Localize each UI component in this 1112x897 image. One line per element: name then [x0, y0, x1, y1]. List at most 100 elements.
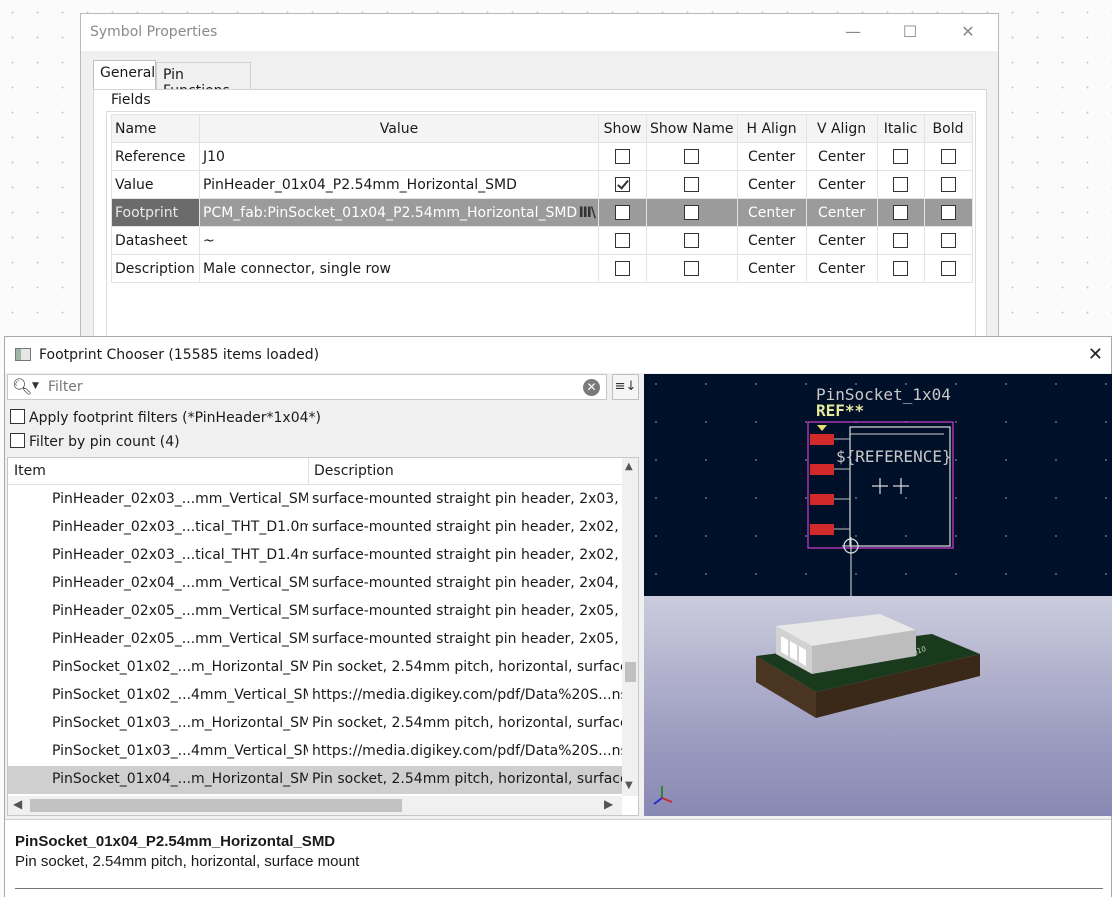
bold-cell[interactable]	[923, 254, 973, 283]
minimize-icon[interactable]: —	[843, 22, 863, 42]
footprint-2d-preview[interactable]: PinSocket_1x04 REF** ${REFERENCE}	[644, 374, 1112, 596]
show-cell[interactable]	[598, 226, 647, 255]
show-cell[interactable]	[598, 198, 647, 227]
checkbox[interactable]	[10, 433, 25, 448]
column-separator[interactable]	[308, 458, 309, 485]
show-cell[interactable]	[598, 254, 647, 283]
scroll-down-icon[interactable]: ▼	[625, 780, 633, 791]
checkbox[interactable]	[10, 409, 25, 424]
bold-checkbox[interactable]	[940, 177, 956, 192]
col-header-show-name[interactable]: Show Name	[646, 114, 738, 143]
show-checkbox[interactable]	[615, 233, 630, 248]
list-item[interactable]: PinSocket_01x04_...m_Horizontal_SMD Pin s…	[8, 766, 622, 794]
italic-checkbox[interactable]	[893, 205, 909, 220]
col-header-value[interactable]: Value	[199, 114, 599, 143]
bold-cell[interactable]	[923, 142, 973, 171]
italic-checkbox[interactable]	[893, 233, 909, 248]
list-item[interactable]: PinHeader_02x05_...mm_Vertical_SMD surfac…	[8, 626, 622, 654]
list-item[interactable]: PinHeader_02x04_...mm_Vertical_SMD surfac…	[8, 570, 622, 598]
list-item[interactable]: PinHeader_02x03_...tical_THT_D1.0mm surfa…	[8, 514, 622, 542]
horizontal-scrollbar[interactable]: ◀ ▶	[8, 796, 622, 815]
show_name-cell[interactable]	[646, 170, 738, 199]
scroll-left-icon[interactable]: ◀	[13, 797, 22, 811]
scrollbar-thumb[interactable]	[30, 799, 402, 812]
field-value-cell[interactable]: ~	[199, 226, 599, 255]
bold-cell[interactable]	[923, 198, 973, 227]
h-align-cell[interactable]: Center	[736, 226, 807, 255]
field-row[interactable]: Datasheet ~ Center Center	[111, 226, 973, 255]
vertical-scrollbar[interactable]: ▲ ▼	[622, 458, 638, 796]
close-icon[interactable]: ✕	[958, 22, 978, 42]
field-name-cell[interactable]: Value	[111, 170, 200, 199]
italic-cell[interactable]	[876, 254, 925, 283]
footprint-library-icon[interactable]: Ⅲ\	[579, 205, 596, 221]
list-item[interactable]: PinSocket_01x03_...m_Horizontal_SMD Pin s…	[8, 710, 622, 738]
field-row[interactable]: Reference J10 Center Center	[111, 142, 973, 171]
field-name-cell[interactable]: Footprint	[111, 198, 200, 227]
filter-input[interactable]: 🔍︎ ▼ Filter ✕	[7, 374, 607, 400]
list-item[interactable]: PinHeader_02x03_...mm_Vertical_SMD surfac…	[8, 486, 622, 514]
show_name-checkbox[interactable]	[684, 205, 700, 220]
apply-footprint-filters-checkbox[interactable]: Apply footprint filters (*PinHeader*1x04…	[10, 409, 321, 426]
search-icon[interactable]: 🔍︎	[12, 377, 32, 396]
scrollbar-thumb[interactable]	[625, 662, 636, 682]
show_name-cell[interactable]	[646, 198, 738, 227]
h-align-cell[interactable]: Center	[736, 198, 807, 227]
v-align-cell[interactable]: Center	[805, 254, 878, 283]
close-icon[interactable]: ✕	[1088, 344, 1103, 365]
sort-button[interactable]: ≡↓	[612, 374, 639, 400]
field-row[interactable]: Description Male connector, single row Cen…	[111, 254, 973, 283]
tab-pin-functions[interactable]: Pin Functions	[156, 62, 251, 99]
col-header-item[interactable]: Item	[14, 463, 46, 479]
show-checkbox[interactable]	[615, 205, 630, 220]
bold-checkbox[interactable]	[940, 149, 956, 164]
italic-cell[interactable]	[876, 198, 925, 227]
field-name-cell[interactable]: Description	[111, 254, 200, 283]
show_name-cell[interactable]	[646, 142, 738, 171]
scroll-right-icon[interactable]: ▶	[604, 797, 613, 811]
field-value-cell[interactable]: Ⅲ\ PCM_fab:PinSocket_01x04_P2.54mm_Horizo…	[199, 198, 599, 227]
col-header-italic[interactable]: Italic	[876, 114, 925, 143]
v-align-cell[interactable]: Center	[805, 198, 878, 227]
field-value-cell[interactable]: Male connector, single row	[199, 254, 599, 283]
show-checkbox[interactable]	[615, 261, 630, 276]
v-align-cell[interactable]: Center	[805, 142, 878, 171]
col-header-description[interactable]: Description	[314, 463, 394, 479]
show_name-cell[interactable]	[646, 226, 738, 255]
field-row[interactable]: Value PinHeader_01x04_P2.54mm_Horizontal_…	[111, 170, 973, 199]
show-checkbox[interactable]	[615, 149, 630, 164]
list-item[interactable]: PinSocket_01x02_...4mm_Vertical_SMD https…	[8, 682, 622, 710]
show_name-checkbox[interactable]	[684, 261, 700, 276]
filter-by-pin-count-checkbox[interactable]: Filter by pin count (4)	[10, 433, 180, 450]
show-checkbox[interactable]	[615, 177, 630, 192]
italic-cell[interactable]	[876, 170, 925, 199]
bold-checkbox[interactable]	[940, 233, 956, 248]
h-align-cell[interactable]: Center	[736, 142, 807, 171]
show-cell[interactable]	[598, 170, 647, 199]
col-header-show[interactable]: Show	[598, 114, 647, 143]
list-item[interactable]: PinSocket_01x02_...m_Horizontal_SMD Pin s…	[8, 654, 622, 682]
field-name-cell[interactable]: Datasheet	[111, 226, 200, 255]
col-header-h-align[interactable]: H Align	[736, 114, 807, 143]
col-header-bold[interactable]: Bold	[923, 114, 973, 143]
list-item[interactable]: PinHeader_02x05_...mm_Vertical_SMD surfac…	[8, 598, 622, 626]
bold-cell[interactable]	[923, 226, 973, 255]
list-item[interactable]: PinSocket_01x03_...4mm_Vertical_SMD https…	[8, 738, 622, 766]
italic-checkbox[interactable]	[893, 261, 909, 276]
show-cell[interactable]	[598, 142, 647, 171]
list-item[interactable]: PinHeader_02x03_...tical_THT_D1.4mm surfa…	[8, 542, 622, 570]
bold-checkbox[interactable]	[940, 261, 956, 276]
v-align-cell[interactable]: Center	[805, 170, 878, 199]
field-value-cell[interactable]: J10	[199, 142, 599, 171]
scroll-up-icon[interactable]: ▲	[625, 461, 633, 472]
col-header-v-align[interactable]: V Align	[805, 114, 878, 143]
clear-filter-icon[interactable]: ✕	[583, 379, 600, 396]
chevron-down-icon[interactable]: ▼	[32, 381, 39, 391]
field-row[interactable]: Footprint Ⅲ\ PCM_fab:PinSocket_01x04_P2.54…	[111, 198, 973, 227]
italic-checkbox[interactable]	[893, 149, 909, 164]
tab-general[interactable]: General	[93, 60, 156, 89]
show_name-checkbox[interactable]	[684, 233, 700, 248]
show_name-cell[interactable]	[646, 254, 738, 283]
bold-cell[interactable]	[923, 170, 973, 199]
field-name-cell[interactable]: Reference	[111, 142, 200, 171]
